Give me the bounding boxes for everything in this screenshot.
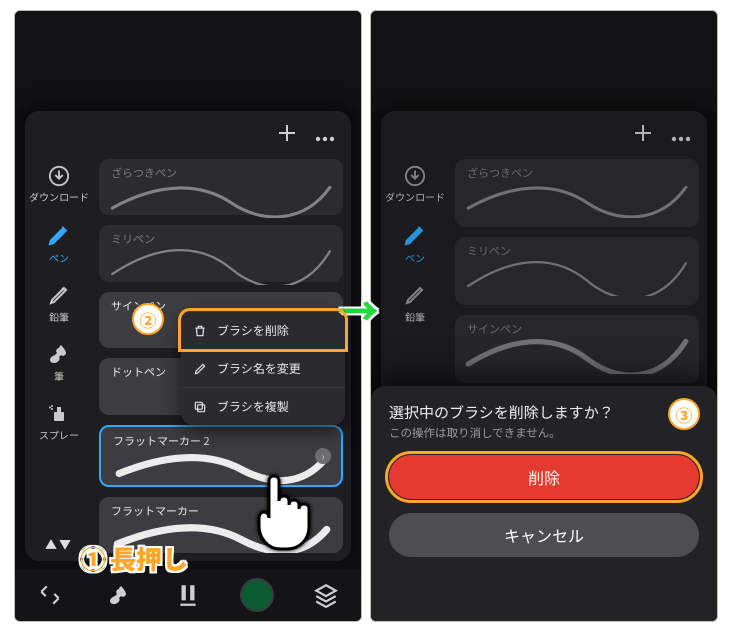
sidebar-item-pencil[interactable]: 鉛筆 — [381, 277, 449, 330]
sidebar-item-download[interactable]: ダウンロード — [25, 159, 93, 210]
brush-item-flat2[interactable]: フラットマーカー 2 › — [99, 425, 343, 487]
arrow-icon: → — [339, 280, 379, 338]
trash-icon — [193, 324, 207, 338]
status-bar — [15, 11, 361, 111]
brush-item-zaratsuki[interactable]: ざらつきペン — [99, 159, 343, 215]
step2-badge: ② — [132, 303, 164, 335]
ctx-rename[interactable]: ブラシ名を変更 — [181, 349, 345, 387]
sheet-message: この操作は取り消しできません。 — [389, 425, 699, 441]
status-bar — [371, 11, 717, 111]
step3-badge: ③ — [668, 398, 700, 430]
sidebar-item-download[interactable]: ダウンロード — [381, 159, 449, 210]
pencil-icon — [403, 283, 427, 307]
brush-preview — [107, 243, 335, 284]
cancel-button[interactable]: キャンセル — [389, 513, 699, 557]
duplicate-icon — [193, 400, 207, 414]
plus-icon[interactable] — [633, 123, 653, 148]
pen-icon — [402, 222, 428, 248]
phone-left: ダウンロード ペン 鉛筆 筆 スプレー ▲▼ ざらつきペン — [14, 10, 362, 622]
rename-icon — [193, 362, 207, 376]
download-icon — [404, 165, 426, 187]
expand-icon[interactable]: ▲▼ — [45, 536, 73, 561]
layers-icon[interactable] — [309, 578, 343, 612]
sidebar-item-pen[interactable]: ペン — [25, 216, 93, 271]
pen-icon — [46, 222, 72, 248]
ctx-duplicate[interactable]: ブラシを複製 — [181, 387, 345, 425]
sidebar-item-spray[interactable]: スプレー — [25, 395, 93, 448]
smudge-tool-icon[interactable] — [171, 578, 205, 612]
more-icon[interactable] — [671, 123, 691, 147]
download-icon — [48, 165, 70, 187]
color-picker[interactable] — [240, 578, 274, 612]
phone-right: ダウンロード ペン 鉛筆 ざらつきペン ミリペン サインペン — [370, 10, 718, 622]
plus-icon[interactable] — [277, 123, 297, 148]
pencil-icon — [47, 283, 71, 307]
more-icon[interactable] — [315, 123, 335, 147]
brush-item[interactable]: ミリペン — [455, 237, 699, 305]
sheet-title: 選択中のブラシを削除しますか？ — [389, 394, 699, 425]
brush-icon — [47, 342, 71, 366]
brush-preview — [107, 177, 335, 218]
sidebar-item-pen[interactable]: ペン — [381, 216, 449, 271]
sidebar-item-brush[interactable]: 筆 — [25, 336, 93, 389]
ctx-delete[interactable]: ブラシを削除 — [181, 311, 345, 349]
brush-item-milli[interactable]: ミリペン — [99, 225, 343, 281]
brush-item[interactable]: ざらつきペン — [455, 159, 699, 227]
chevron-right-icon[interactable]: › — [315, 448, 331, 464]
context-menu: ブラシを削除 ブラシ名を変更 ブラシを複製 — [181, 311, 345, 425]
spray-icon — [47, 401, 71, 425]
brush-preview — [109, 445, 333, 486]
transform-icon[interactable] — [33, 578, 67, 612]
confirm-sheet: 選択中のブラシを削除しますか？ この操作は取り消しできません。 削除 キャンセル — [371, 386, 717, 621]
brush-item[interactable]: サインペン — [455, 315, 699, 383]
sidebar-item-pencil[interactable]: 鉛筆 — [25, 277, 93, 330]
delete-button[interactable]: 削除 — [389, 455, 699, 499]
brush-panel: ダウンロード ペン 鉛筆 筆 スプレー ▲▼ ざらつきペン — [25, 111, 351, 561]
step1-label: ①長押し — [80, 540, 188, 577]
brush-tool-icon[interactable] — [102, 578, 136, 612]
brush-label: ドットペン — [111, 364, 166, 380]
